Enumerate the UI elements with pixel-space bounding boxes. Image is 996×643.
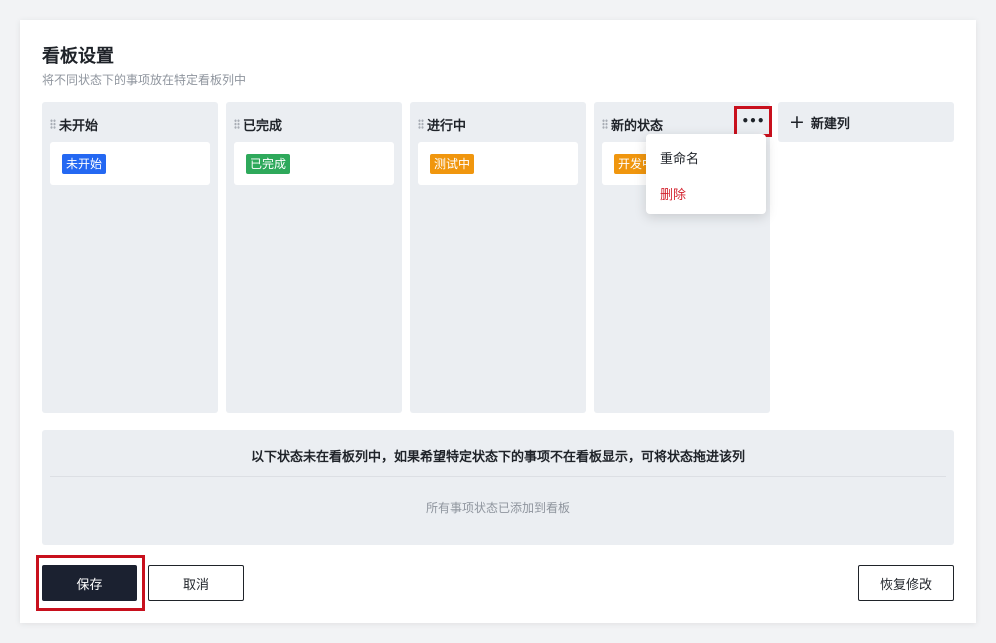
more-horizontal-icon: ••• xyxy=(741,114,765,128)
page-subtitle: 将不同状态下的事项放在特定看板列中 xyxy=(42,73,247,87)
column-title: 新的状态 xyxy=(611,118,664,134)
status-card[interactable]: 测试中 xyxy=(418,142,578,185)
status-tag: 已完成 xyxy=(246,154,291,174)
page-title: 看板设置 xyxy=(42,46,114,67)
status-tag: 未开始 xyxy=(62,154,107,174)
status-card[interactable]: 未开始 xyxy=(50,142,210,185)
column-title: 已完成 xyxy=(243,118,283,134)
board-column-not-started[interactable]: 未开始 未开始 xyxy=(42,102,218,413)
status-tag: 测试中 xyxy=(430,154,475,174)
column-title: 进行中 xyxy=(427,118,467,134)
drag-handle-icon[interactable] xyxy=(602,119,608,129)
menu-item-delete[interactable]: 删除 xyxy=(660,184,686,203)
save-button[interactable]: 保存 xyxy=(42,565,137,601)
unassigned-title: 以下状态未在看板列中，如果希望特定状态下的事项不在看板显示，可将状态拖进该列 xyxy=(250,450,745,465)
new-column-label: 新建列 xyxy=(810,116,850,132)
board-column-done[interactable]: 已完成 已完成 xyxy=(226,102,402,413)
unassigned-empty-text: 所有事项状态已添加到看板 xyxy=(425,501,570,515)
column-title: 未开始 xyxy=(59,118,99,134)
cancel-button[interactable]: 取消 xyxy=(148,565,244,601)
unassigned-status-area[interactable]: 以下状态未在看板列中，如果希望特定状态下的事项不在看板显示，可将状态拖进该列 所… xyxy=(42,430,954,545)
drag-handle-icon[interactable] xyxy=(50,119,56,129)
column-more-button[interactable]: ••• xyxy=(738,108,768,134)
new-column-button[interactable]: + 新建列 xyxy=(778,102,954,142)
drag-handle-icon[interactable] xyxy=(234,119,240,129)
plus-icon: + xyxy=(789,110,805,133)
board-column-in-progress[interactable]: 进行中 测试中 xyxy=(410,102,586,413)
column-context-menu: 重命名 删除 xyxy=(646,134,766,214)
status-card[interactable]: 已完成 xyxy=(234,142,394,185)
restore-changes-button[interactable]: 恢复修改 xyxy=(858,565,954,601)
drag-handle-icon[interactable] xyxy=(418,119,424,129)
menu-item-rename[interactable]: 重命名 xyxy=(660,148,699,167)
divider xyxy=(50,476,946,477)
